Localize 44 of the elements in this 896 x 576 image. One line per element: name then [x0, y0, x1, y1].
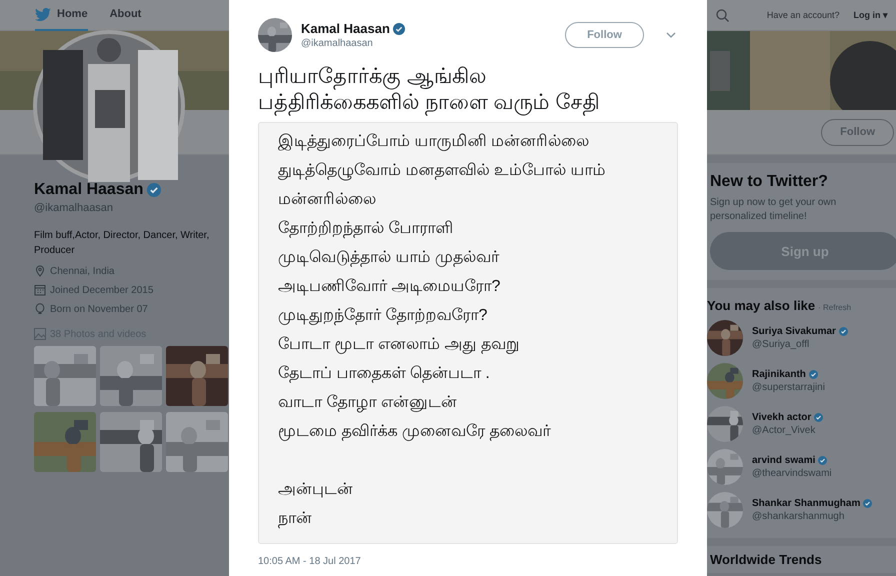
account-handle: @shankarshanmugh [752, 511, 846, 522]
image-text-line: அன்புடன் [278, 480, 354, 500]
profile-name: Kamal Haasan [34, 181, 228, 199]
image-text-line: இடித்துரைப்போம் யாருமினி மன்னரில்லை [278, 132, 590, 153]
image-text-line: நான் [278, 509, 313, 530]
profile-detail: Born on November 07 [50, 304, 148, 314]
account-prompt: Have an account? [766, 10, 840, 20]
calendar-icon [34, 284, 46, 296]
section-title: Worldwide Trends [710, 552, 823, 567]
nav-tab[interactable]: About [110, 0, 142, 30]
card-text: Sign up now to get your own personalized timeline! [710, 196, 838, 224]
search-icon[interactable] [716, 8, 729, 22]
image-text-line: தோற்றிறந்தால் போராளி [278, 219, 454, 240]
image-text-line: மூடமை தவிர்க்க முனைவரே தலைவர் [278, 422, 552, 443]
account-handle: @thearvindswami [752, 468, 832, 479]
image-text-line: முடிதுறந்தோர் தோற்றவரோ? [278, 306, 488, 328]
location-pin-icon [34, 265, 46, 277]
account-name[interactable]: Shankar Shanmugham [752, 498, 872, 509]
profile-handle: @ikamalhaasan [34, 202, 114, 214]
image-text-line: வாடா தோழா என்னுடன் [278, 393, 458, 414]
section-title: You may also like [707, 298, 816, 313]
tweet-timestamp: 10:05 AM - 18 Jul 2017 [258, 556, 362, 567]
profile-detail: Joined December 2015 [50, 284, 154, 296]
bird-icon [35, 8, 51, 20]
image-text-line: அடிபணிவோர் அடிமையரோ? [278, 277, 502, 298]
login-link[interactable]: Log in ▾ [853, 10, 888, 20]
image-text-line: முடிவெடுத்தால் யாம் முதல்வர் [278, 248, 500, 269]
image-text-line: தேடாப் பாதைகள் தென்படா . [278, 364, 491, 385]
card-title: New to Twitter? [710, 173, 829, 191]
image-text-line: துடித்தெழுவோம் மனதளவில் உம்போல் யாம் [278, 161, 606, 182]
account-name[interactable]: arvind swami [752, 455, 832, 466]
profile-detail: Chennai, India [50, 266, 114, 276]
image-icon [34, 328, 46, 340]
account-name[interactable]: Vivekh actor [752, 412, 824, 423]
image-text-line: மன்னரில்லை [278, 190, 377, 210]
account-handle: @Actor_Vivek [752, 425, 816, 436]
account-handle: @superstarrajini [752, 382, 825, 393]
account-handle: @Suriya_offl [752, 339, 810, 350]
image-text-line: போடா மூடா எனலாம் அது தவறு [278, 335, 520, 356]
account-name[interactable]: Suriya Sivakumar [752, 326, 848, 337]
refresh-link[interactable]: · Refresh [818, 303, 852, 312]
account-name[interactable]: Rajinikanth [752, 369, 825, 380]
balloon-icon [34, 303, 46, 315]
profile-bio: Film buff,Actor, Director, Dancer, Writer, Producer [34, 229, 210, 258]
